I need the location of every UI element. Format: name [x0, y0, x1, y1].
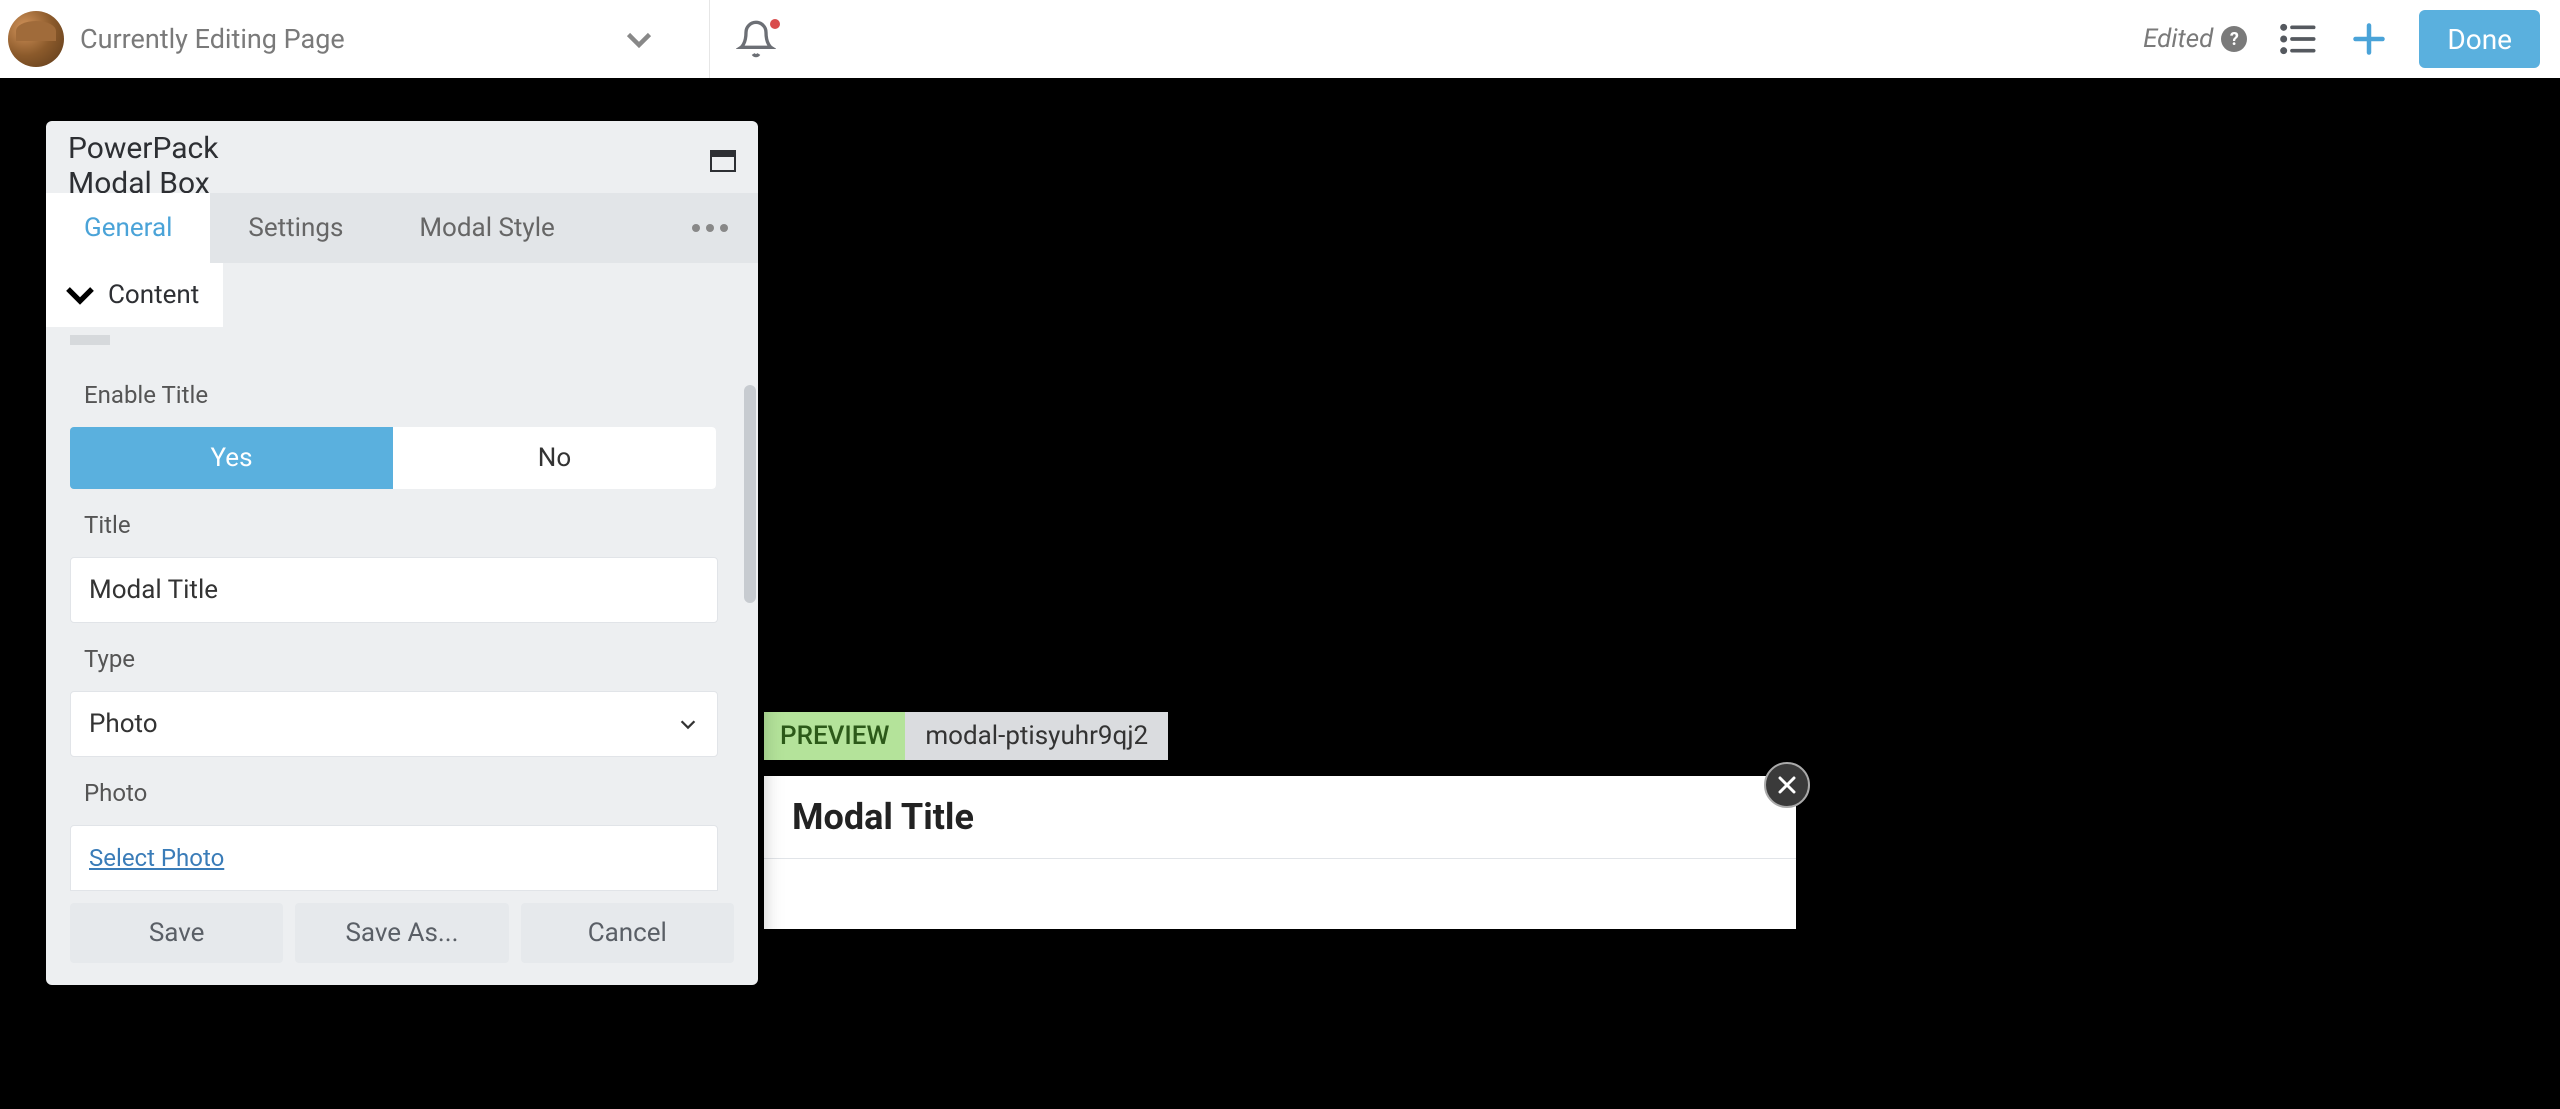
type-select[interactable]: Photo — [70, 691, 718, 757]
current-page-label: Currently Editing Page — [80, 23, 345, 55]
edited-help-icon[interactable]: ? — [2221, 26, 2247, 52]
photo-field-label: Photo — [84, 779, 734, 807]
page-dropdown-chevron-icon[interactable] — [617, 17, 661, 61]
notifications-bell-icon[interactable] — [734, 17, 778, 61]
title-field-label: Title — [84, 511, 734, 539]
settings-panel: PowerPack Modal Box General Settings Mod… — [46, 121, 758, 985]
save-as-button[interactable]: Save As... — [295, 903, 508, 963]
modal-preview-title: Modal Title — [792, 796, 1768, 838]
maximize-icon[interactable] — [710, 150, 736, 172]
top-toolbar: Currently Editing Page Edited ? Done — [0, 0, 2560, 78]
add-content-icon[interactable] — [2347, 17, 2391, 61]
save-button[interactable]: Save — [70, 903, 283, 963]
modal-preview-header: Modal Title — [764, 776, 1796, 859]
form-scrollbar[interactable] — [744, 385, 756, 603]
section-content[interactable]: Content — [46, 263, 223, 327]
enable-title-toggle: Yes No — [70, 427, 716, 489]
enable-title-label: Enable Title — [84, 381, 734, 409]
right-controls: Edited ? Done — [2143, 10, 2560, 68]
notifications-region — [710, 0, 802, 78]
chevron-down-icon — [677, 713, 699, 735]
modal-preview: Modal Title — [764, 776, 1796, 929]
outline-panel-icon[interactable] — [2275, 17, 2319, 61]
notification-dot-icon — [770, 19, 780, 29]
preview-badge: PREVIEW — [764, 712, 905, 760]
preview-tag: PREVIEW modal-ptisyuhr9qj2 — [764, 712, 1168, 760]
enable-title-yes-button[interactable]: Yes — [70, 427, 393, 489]
select-photo-link[interactable]: Select Photo — [89, 844, 224, 872]
edited-status: Edited ? — [2143, 24, 2247, 54]
edited-label: Edited — [2143, 24, 2213, 54]
preview-region: PREVIEW modal-ptisyuhr9qj2 Modal Title — [764, 712, 1796, 929]
photo-select-area: Select Photo — [70, 825, 718, 891]
modal-preview-body — [764, 859, 1796, 929]
title-input[interactable]: Modal Title — [70, 557, 718, 623]
cancel-button[interactable]: Cancel — [521, 903, 734, 963]
done-button[interactable]: Done — [2419, 10, 2540, 68]
panel-header[interactable]: PowerPack Modal Box — [46, 121, 758, 193]
type-field-label: Type — [84, 645, 734, 673]
close-icon — [1775, 773, 1799, 797]
tab-more-icon[interactable] — [662, 193, 758, 263]
modal-close-button[interactable] — [1764, 762, 1810, 808]
tab-modal-style[interactable]: Modal Style — [381, 193, 592, 263]
title-input-value: Modal Title — [89, 575, 218, 605]
builder-logo-icon[interactable] — [8, 11, 64, 67]
section-label: Content — [108, 280, 199, 310]
panel-tabs: General Settings Modal Style — [46, 193, 758, 263]
panel-title: PowerPack Modal Box — [68, 131, 218, 201]
form-area: Enable Title Yes No Title Modal Title Ty… — [46, 349, 758, 891]
enable-title-no-button[interactable]: No — [393, 427, 716, 489]
tab-general[interactable]: General — [46, 193, 210, 263]
brand-region: Currently Editing Page — [0, 0, 710, 78]
preview-id: modal-ptisyuhr9qj2 — [905, 712, 1168, 760]
drag-handle-icon[interactable]: PowerPack Modal Box — [68, 139, 92, 183]
section-handle — [70, 335, 110, 345]
tab-settings[interactable]: Settings — [210, 193, 381, 263]
panel-actions: Save Save As... Cancel — [46, 891, 758, 985]
type-select-value: Photo — [89, 709, 158, 739]
